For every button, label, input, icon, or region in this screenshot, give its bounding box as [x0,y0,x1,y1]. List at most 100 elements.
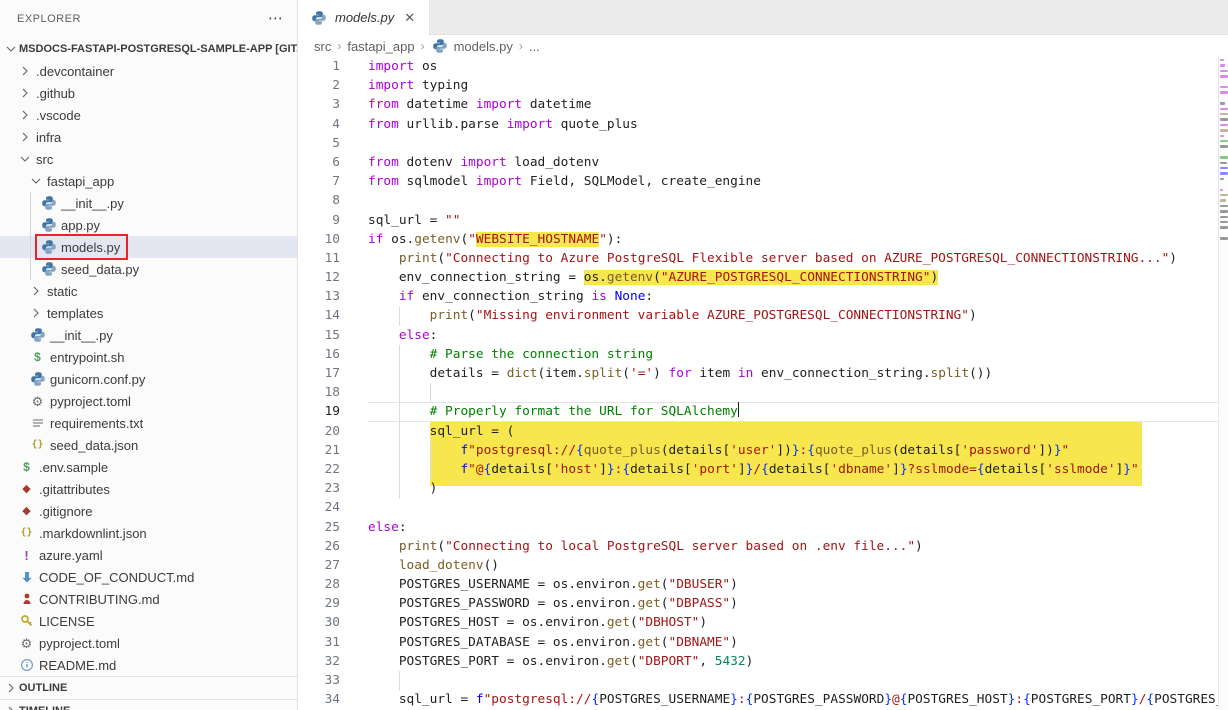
code-line-2[interactable]: 2import typing [298,76,1228,95]
tree-item-infra[interactable]: infra [0,126,297,148]
code-line-6[interactable]: 6from dotenv import load_dotenv [298,153,1228,172]
code-line-33[interactable]: 33 [298,671,1228,690]
code-line-32[interactable]: 32 POSTGRES_PORT = os.environ.get("DBPOR… [298,652,1228,671]
minimap-line-mark [1220,70,1228,72]
line-number: 33 [298,671,368,690]
minimap-line-mark [1220,210,1228,212]
code-line-9[interactable]: 9sql_url = "" [298,211,1228,230]
tree-item-readme-md[interactable]: README.md [0,654,297,676]
code-line-5[interactable]: 5 [298,134,1228,153]
breadcrumb-item--[interactable]: ... [529,39,540,54]
section-outline[interactable]: OUTLINE [0,676,297,699]
tree-item-gunicorn-conf-py[interactable]: gunicorn.conf.py [0,368,297,390]
code-line-3[interactable]: 3from datetime import datetime [298,95,1228,114]
info-file-icon [17,657,36,673]
tree-item-models-py[interactable]: models.py [0,236,297,258]
line-content: ) [368,479,1228,498]
code-line-4[interactable]: 4from urllib.parse import quote_plus [298,115,1228,134]
code-line-7[interactable]: 7from sqlmodel import Field, SQLModel, c… [298,172,1228,191]
tree-item-license[interactable]: LICENSE [0,610,297,632]
workspace-root-folder[interactable]: MSDOCS-FASTAPI-POSTGRESQL-SAMPLE-APP [GI… [0,38,297,60]
tab-models-py[interactable]: models.py ✕ [298,0,430,35]
file-label: CODE_OF_CONDUCT.md [36,570,194,585]
code-editor[interactable]: 1import os2import typing3from datetime i… [298,57,1228,710]
code-line-27[interactable]: 27 load_dotenv() [298,556,1228,575]
code-line-31[interactable]: 31 POSTGRES_DATABASE = os.environ.get("D… [298,633,1228,652]
line-number: 19 [298,402,368,421]
tree-item-requirements-txt[interactable]: requirements.txt [0,412,297,434]
section-timeline[interactable]: TIMELINE [0,699,297,710]
code-line-17[interactable]: 17 details = dict(item.split('=') for it… [298,364,1228,383]
code-line-21[interactable]: 21 f"postgresql://{quote_plus(details['u… [298,441,1228,460]
tree-item--env-sample[interactable]: $.env.sample [0,456,297,478]
tree-item-seed-data-json[interactable]: {}seed_data.json [0,434,297,456]
tree-item-fastapi-app[interactable]: fastapi_app [0,170,297,192]
code-line-34[interactable]: 34 sql_url = f"postgresql://{POSTGRES_US… [298,690,1228,709]
close-tab-icon[interactable]: ✕ [401,9,418,27]
code-line-8[interactable]: 8 [298,191,1228,210]
file-label: models.py [58,240,120,255]
code-line-29[interactable]: 29 POSTGRES_PASSWORD = os.environ.get("D… [298,594,1228,613]
code-line-12[interactable]: 12 env_connection_string = os.getenv("AZ… [298,268,1228,287]
line-content: POSTGRES_HOST = os.environ.get("DBHOST") [368,613,1228,632]
tree-item-src[interactable]: src [0,148,297,170]
tree-item-app-py[interactable]: app.py [0,214,297,236]
tree-item-templates[interactable]: templates [0,302,297,324]
code-line-28[interactable]: 28 POSTGRES_USERNAME = os.environ.get("D… [298,575,1228,594]
tree-item--devcontainer[interactable]: .devcontainer [0,60,297,82]
tree-item--vscode[interactable]: .vscode [0,104,297,126]
line-number: 25 [298,518,368,537]
code-line-30[interactable]: 30 POSTGRES_HOST = os.environ.get("DBHOS… [298,613,1228,632]
breadcrumb-item-models-py[interactable]: models.py [431,38,513,54]
tab-label: models.py [335,10,394,25]
line-content: POSTGRES_DATABASE = os.environ.get("DBNA… [368,633,1228,652]
code-line-11[interactable]: 11 print("Connecting to Azure PostgreSQL… [298,249,1228,268]
tree-item-contributing-md[interactable]: CONTRIBUTING.md [0,588,297,610]
file-label: .github [33,86,75,101]
tree-item--init-py[interactable]: __init__.py [0,324,297,346]
code-line-16[interactable]: 16 # Parse the connection string [298,345,1228,364]
code-line-24[interactable]: 24 [298,498,1228,517]
tree-item-seed-data-py[interactable]: seed_data.py [0,258,297,280]
tree-item-code-of-conduct-md[interactable]: CODE_OF_CONDUCT.md [0,566,297,588]
chevron-down-icon [17,151,33,167]
tree-item--github[interactable]: .github [0,82,297,104]
code-line-26[interactable]: 26 print("Connecting to local PostgreSQL… [298,537,1228,556]
tree-item-pyproject-toml[interactable]: ⚙pyproject.toml [0,632,297,654]
python-file-icon [431,38,450,54]
code-line-20[interactable]: 20 sql_url = ( [298,422,1228,441]
code-line-19[interactable]: 19 # Properly format the URL for SQLAlch… [298,402,1228,421]
code-line-18[interactable]: 18 [298,383,1228,402]
code-line-10[interactable]: 10if os.getenv("WEBSITE_HOSTNAME"): [298,230,1228,249]
tree-item--gitignore[interactable]: ◆.gitignore [0,500,297,522]
file-entry: .devcontainer [33,62,118,80]
code-line-15[interactable]: 15 else: [298,326,1228,345]
tree-item--init-py[interactable]: __init__.py [0,192,297,214]
code-line-23[interactable]: 23 ) [298,479,1228,498]
breadcrumb-label: models.py [454,39,513,54]
file-entry: ⚙pyproject.toml [17,634,124,652]
tree-item-entrypoint-sh[interactable]: $entrypoint.sh [0,346,297,368]
tree-item-static[interactable]: static [0,280,297,302]
code-line-25[interactable]: 25else: [298,518,1228,537]
tree-item--gitattributes[interactable]: ◆.gitattributes [0,478,297,500]
tree-item--markdownlint-json[interactable]: {}.markdownlint.json [0,522,297,544]
minimap-line-mark [1220,156,1228,158]
file-label: .markdownlint.json [36,526,147,541]
file-label: app.py [58,218,100,233]
code-line-22[interactable]: 22 f"@{details['host']}:{details['port']… [298,460,1228,479]
line-content: if os.getenv("WEBSITE_HOSTNAME"): [368,230,1228,249]
file-entry: CODE_OF_CONDUCT.md [17,568,198,586]
breadcrumb-item-fastapi-app[interactable]: fastapi_app [347,39,414,54]
tree-item-azure-yaml[interactable]: !azure.yaml [0,544,297,566]
code-line-14[interactable]: 14 print("Missing environment variable A… [298,306,1228,325]
gear-file-icon: ⚙ [28,395,47,408]
minimap[interactable] [1218,57,1228,710]
tree-item-pyproject-toml[interactable]: ⚙pyproject.toml [0,390,297,412]
breadcrumb-label: src [314,39,331,54]
file-label: src [33,152,53,167]
breadcrumb-item-src[interactable]: src [314,39,331,54]
code-line-1[interactable]: 1import os [298,57,1228,76]
more-actions-icon[interactable]: ⋯ [268,14,283,24]
code-line-13[interactable]: 13 if env_connection_string is None: [298,287,1228,306]
